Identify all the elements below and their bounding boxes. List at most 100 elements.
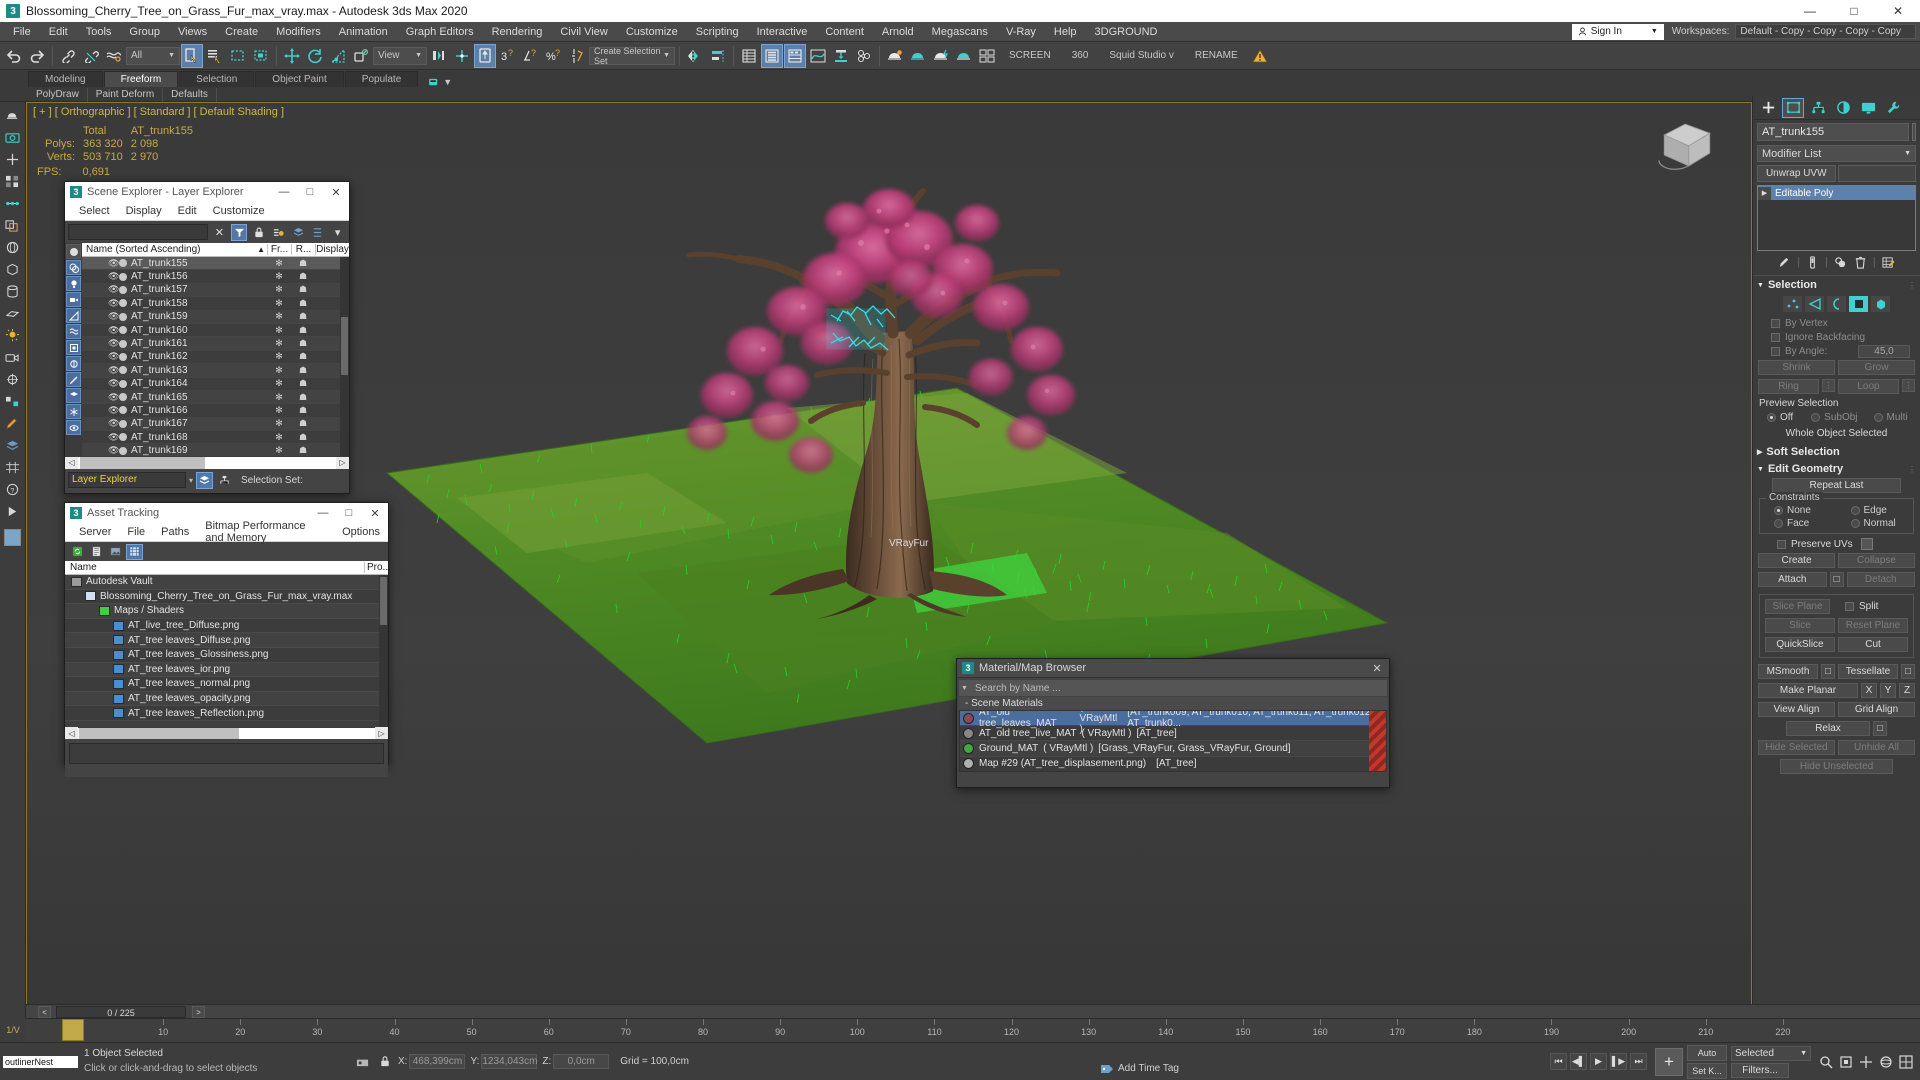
scene-explorer-row[interactable]: 👁 AT_trunk162 ✻ ☗ (82, 350, 349, 365)
z-value[interactable]: 0,0cm (553, 1054, 610, 1069)
checkbox[interactable] (1771, 332, 1780, 342)
scroll-left-button[interactable]: ◁ (65, 456, 78, 469)
grid-icon[interactable] (3, 457, 23, 477)
scroll-right-button[interactable]: ▷ (336, 456, 349, 469)
scene-explorer-list[interactable]: Name (Sorted Ascending) ▲ Fr... R... Dis… (82, 243, 349, 456)
close-button[interactable]: ✕ (1876, 0, 1920, 22)
timeline-ruler[interactable]: 10 20 30 40 50 60 70 80 90 100 110 120 130 140 150 160 1… (26, 1018, 1920, 1043)
rectangular-selection-region-icon[interactable] (227, 44, 249, 68)
frozen-toggle-icon[interactable]: ✻ (267, 445, 291, 456)
utilities-tab[interactable] (1882, 98, 1904, 118)
material-editor-icon[interactable] (853, 44, 875, 68)
go-to-end-button[interactable]: ⏭ (1630, 1053, 1647, 1070)
scene-explorer-window[interactable]: 3 Scene Explorer - Layer Explorer — □ ✕ … (64, 181, 350, 494)
attach-settings-icon[interactable]: □ (1829, 572, 1844, 587)
spinner-snap-icon[interactable]: %? (543, 44, 565, 68)
scene-explorer-row[interactable]: 👁 AT_trunk165 ✻ ☗ (82, 390, 349, 405)
tessellate-settings-icon[interactable]: □ (1901, 664, 1915, 679)
visibility-eye-icon[interactable]: 👁 (108, 445, 119, 456)
se-menu-select[interactable]: Select (71, 205, 118, 217)
use-pivot-point-center-icon[interactable] (428, 44, 450, 68)
minimize-button[interactable]: — (271, 182, 297, 202)
go-to-start-button[interactable]: ⏮ (1550, 1053, 1567, 1070)
detach-button[interactable]: Detach (1846, 572, 1915, 587)
asset-hscrollbar[interactable]: ◁ ▷ (65, 727, 388, 739)
scrollbar-thumb[interactable] (341, 317, 348, 375)
checkbox[interactable] (1845, 602, 1854, 611)
visibility-eye-icon[interactable]: 👁 (108, 325, 119, 336)
next-frame-button[interactable]: ▌▶ (1610, 1053, 1627, 1070)
soft-selection-rollout-header[interactable]: ▶ Soft Selection (1753, 445, 1920, 459)
viewcube[interactable] (1655, 115, 1719, 175)
viewport-label[interactable]: [ + ] [ Orthographic ] [ Standard ] [ De… (33, 106, 284, 118)
quickslice-button[interactable]: QuickSlice (1765, 637, 1835, 652)
at-menu-file[interactable]: File (119, 526, 153, 538)
curve-editor-icon[interactable] (807, 44, 829, 68)
lock-icon[interactable] (250, 224, 267, 241)
frozen-toggle-icon[interactable]: ✻ (267, 271, 291, 282)
light-icon[interactable] (3, 325, 23, 345)
filter-spacewarps-icon[interactable] (66, 324, 81, 339)
constraint-none-row[interactable]: None (1760, 504, 1837, 517)
frozen-toggle-icon[interactable]: ✻ (267, 258, 291, 269)
column-display[interactable]: Display (315, 244, 349, 255)
scene-materials-group-header[interactable]: - Scene Materials (959, 697, 1387, 710)
rename-button[interactable]: RENAME (1185, 50, 1248, 61)
visibility-eye-icon[interactable]: 👁 (108, 258, 119, 269)
ribbon-tab-object-paint[interactable]: Object Paint (255, 71, 344, 87)
hierarchy-tab[interactable] (1807, 98, 1829, 118)
filter-lights-icon[interactable] (66, 276, 81, 291)
se-menu-customize[interactable]: Customize (205, 205, 273, 217)
unwrap-uvw-button[interactable]: Unwrap UVW (1757, 165, 1836, 182)
edit-geometry-rollout-header[interactable]: ▼ Edit Geometry ⋮ (1753, 462, 1920, 476)
radio-normal[interactable] (1850, 519, 1860, 528)
modifier-list-dropdown[interactable]: Modifier List ▼ (1757, 145, 1916, 162)
radio-none[interactable] (1774, 506, 1783, 515)
close-button[interactable]: ✕ (362, 503, 388, 523)
material-search-bar[interactable]: ▼ Search by Name ... (959, 680, 1387, 696)
explorer-mode-dropdown[interactable]: Layer Explorer (68, 472, 186, 488)
preserve-uvs-checkbox[interactable]: Preserve UVs (1753, 537, 1920, 551)
radio-edge[interactable] (1850, 506, 1860, 515)
relax-button[interactable]: Relax (1786, 721, 1870, 736)
slice-button[interactable]: Slice (1765, 618, 1835, 633)
scrollbar-thumb[interactable] (380, 577, 387, 625)
ribbon-tab-freeform[interactable]: Freeform (103, 71, 179, 87)
ignore-backfacing-checkbox[interactable]: Ignore Backfacing (1753, 330, 1920, 344)
menu-help[interactable]: Help (1045, 22, 1086, 42)
se-menu-display[interactable]: Display (118, 205, 170, 217)
msmooth-button[interactable]: MSmooth (1758, 664, 1818, 679)
sphere-icon[interactable] (3, 237, 23, 257)
layer-explorer-icon[interactable] (738, 44, 760, 68)
create-button[interactable]: Create (1758, 553, 1835, 568)
constraint-normal-row[interactable]: Normal (1837, 517, 1914, 530)
maximize-button[interactable]: □ (1832, 0, 1876, 22)
renderable-toggle-icon[interactable]: ☗ (291, 325, 315, 336)
add-selection-icon[interactable] (270, 224, 287, 241)
x-value[interactable]: 468,399cm (409, 1054, 466, 1069)
split-checkbox[interactable]: Split (1833, 599, 1908, 614)
expand-triangle-icon[interactable]: ▶ (1758, 186, 1771, 200)
scene-explorer-row[interactable]: 👁 AT_trunk155 ✻ ☗ (82, 257, 349, 271)
menu-customize[interactable]: Customize (617, 22, 687, 42)
sign-in-button[interactable]: Sign In ▼ (1571, 23, 1664, 40)
asset-tracking-list[interactable]: Autodesk Vault Blossoming_Cherry_Tree_on_… (65, 575, 388, 727)
set-keys-button[interactable]: + (1655, 1047, 1683, 1076)
visibility-eye-icon[interactable]: 👁 (108, 271, 119, 282)
menu-modifiers[interactable]: Modifiers (267, 22, 330, 42)
filter-hidden-icon[interactable] (66, 420, 81, 435)
scene-explorer-hscrollbar[interactable]: ◁ ▷ (65, 456, 349, 469)
menu-rendering[interactable]: Rendering (483, 22, 552, 42)
filter-shapes-icon[interactable] (66, 340, 81, 355)
at-menu-paths[interactable]: Paths (153, 526, 197, 538)
column-render[interactable]: R... (291, 244, 315, 255)
hierarchy-view-icon[interactable] (216, 472, 233, 489)
material-map-browser-window[interactable]: 3 Material/Map Browser ✕ ▼ Search by Nam… (956, 658, 1390, 788)
renderable-toggle-icon[interactable]: ☗ (291, 378, 315, 389)
padlock-icon[interactable] (376, 1053, 393, 1070)
tessellate-button[interactable]: Tessellate (1838, 664, 1898, 679)
bind-to-space-warp-icon[interactable] (103, 44, 125, 68)
select-and-link-icon[interactable] (57, 44, 79, 68)
y-value[interactable]: 1234,043cm (481, 1054, 537, 1069)
renderable-toggle-icon[interactable]: ☗ (291, 445, 315, 456)
